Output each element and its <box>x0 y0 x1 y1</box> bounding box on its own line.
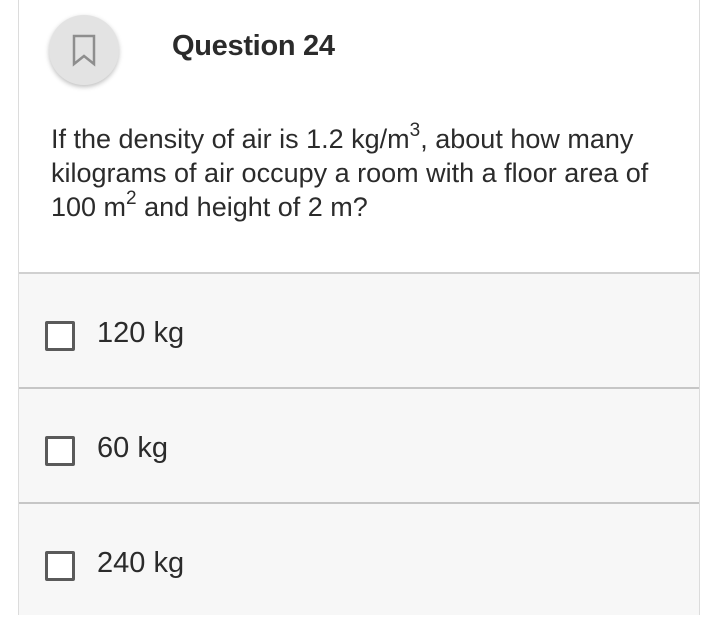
question-text-part: If the density of air is 1.2 kg/m <box>51 124 410 154</box>
answer-option[interactable]: 60 kg <box>19 389 699 504</box>
answer-option[interactable]: 240 kg <box>19 504 699 619</box>
checkbox[interactable] <box>45 436 75 466</box>
answer-option-label: 60 kg <box>97 432 168 464</box>
question-card: Question 24 If the density of air is 1.2… <box>18 0 700 615</box>
answer-option[interactable]: 120 kg <box>19 274 699 389</box>
question-text: If the density of air is 1.2 kg/m3, abou… <box>51 120 681 224</box>
question-text-part: and height of 2 m? <box>136 192 368 222</box>
superscript: 3 <box>409 120 421 141</box>
checkbox[interactable] <box>45 321 75 351</box>
superscript: 2 <box>126 188 137 209</box>
bookmark-button[interactable] <box>49 15 119 85</box>
answer-options: 120 kg 60 kg 240 kg <box>19 274 699 615</box>
checkbox[interactable] <box>45 551 75 581</box>
answer-option-label: 240 kg <box>97 547 185 579</box>
question-title: Question 24 <box>172 30 335 62</box>
bookmark-icon <box>72 34 96 67</box>
answer-option-label: 120 kg <box>97 317 185 349</box>
